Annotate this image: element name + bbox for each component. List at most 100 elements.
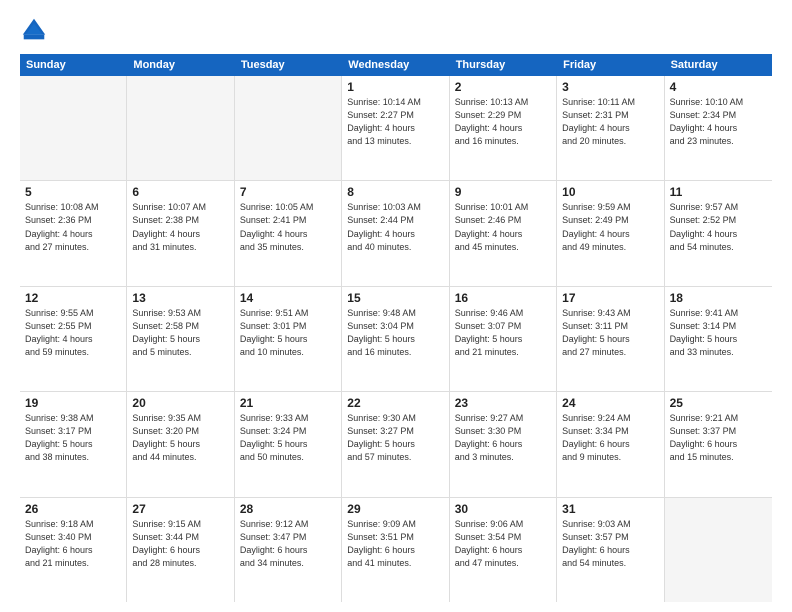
cal-cell: 9Sunrise: 10:01 AM Sunset: 2:46 PM Dayli…: [450, 181, 557, 285]
cal-cell: 23 Sunrise: 9:27 AM Sunset: 3:30 PM Dayli…: [450, 392, 557, 496]
day-info: Sunrise: 9:59 AM Sunset: 2:49 PM Dayligh…: [562, 201, 658, 253]
day-number: 26: [25, 502, 121, 516]
day-number: 5: [25, 185, 121, 199]
day-info: Sunrise: 10:07 AM Sunset: 2:38 PM Daylig…: [132, 201, 228, 253]
header-day-sunday: Sunday: [20, 54, 127, 76]
page: SundayMondayTuesdayWednesdayThursdayFrid…: [0, 0, 792, 612]
day-number: 4: [670, 80, 767, 94]
day-number: 23: [455, 396, 551, 410]
calendar-body: 1 Sunrise: 10:14 AM Sunset: 2:27 PM Dayli…: [20, 76, 772, 602]
day-info: Sunrise: 10:13 AM Sunset: 2:29 PM Daylig…: [455, 96, 551, 148]
day-number: 21: [240, 396, 336, 410]
day-number: 30: [455, 502, 551, 516]
day-number: 15: [347, 291, 443, 305]
day-info: Sunrise: 10:11 AM Sunset: 2:31 PM Daylig…: [562, 96, 658, 148]
cal-cell: 13 Sunrise: 9:53 AM Sunset: 2:58 PM Dayli…: [127, 287, 234, 391]
day-number: 2: [455, 80, 551, 94]
day-number: 17: [562, 291, 658, 305]
day-info: Sunrise: 10:14 AM Sunset: 2:27 PM Daylig…: [347, 96, 443, 148]
cal-cell: 11Sunrise: 9:57 AM Sunset: 2:52 PM Dayli…: [665, 181, 772, 285]
cal-cell: 18 Sunrise: 9:41 AM Sunset: 3:14 PM Dayli…: [665, 287, 772, 391]
logo-icon: [20, 16, 48, 44]
cal-cell: 26Sunrise: 9:18 AM Sunset: 3:40 PM Dayli…: [20, 498, 127, 602]
day-info: Sunrise: 9:46 AM Sunset: 3:07 PM Dayligh…: [455, 307, 551, 359]
day-number: 3: [562, 80, 658, 94]
day-number: 9: [455, 185, 551, 199]
day-info: Sunrise: 10:05 AM Sunset: 2:41 PM Daylig…: [240, 201, 336, 253]
day-info: Sunrise: 9:53 AM Sunset: 2:58 PM Dayligh…: [132, 307, 228, 359]
day-info: Sunrise: 9:43 AM Sunset: 3:11 PM Dayligh…: [562, 307, 658, 359]
day-number: 12: [25, 291, 121, 305]
day-number: 24: [562, 396, 658, 410]
cal-cell: 1 Sunrise: 10:14 AM Sunset: 2:27 PM Dayli…: [342, 76, 449, 180]
day-number: 27: [132, 502, 228, 516]
day-info: Sunrise: 9:41 AM Sunset: 3:14 PM Dayligh…: [670, 307, 767, 359]
day-info: Sunrise: 9:35 AM Sunset: 3:20 PM Dayligh…: [132, 412, 228, 464]
header-day-saturday: Saturday: [665, 54, 772, 76]
day-number: 7: [240, 185, 336, 199]
day-info: Sunrise: 9:06 AM Sunset: 3:54 PM Dayligh…: [455, 518, 551, 570]
day-info: Sunrise: 9:24 AM Sunset: 3:34 PM Dayligh…: [562, 412, 658, 464]
day-number: 16: [455, 291, 551, 305]
cal-cell: 28 Sunrise: 9:12 AM Sunset: 3:47 PM Dayli…: [235, 498, 342, 602]
cal-cell: 5 Sunrise: 10:08 AM Sunset: 2:36 PM Dayli…: [20, 181, 127, 285]
day-info: Sunrise: 9:12 AM Sunset: 3:47 PM Dayligh…: [240, 518, 336, 570]
header-day-monday: Monday: [127, 54, 234, 76]
cal-cell: 20Sunrise: 9:35 AM Sunset: 3:20 PM Dayli…: [127, 392, 234, 496]
cal-cell: 17 Sunrise: 9:43 AM Sunset: 3:11 PM Dayli…: [557, 287, 664, 391]
header-day-wednesday: Wednesday: [342, 54, 449, 76]
cal-cell: 15Sunrise: 9:48 AM Sunset: 3:04 PM Dayli…: [342, 287, 449, 391]
cal-cell: [127, 76, 234, 180]
cal-cell: 10 Sunrise: 9:59 AM Sunset: 2:49 PM Dayli…: [557, 181, 664, 285]
day-number: 1: [347, 80, 443, 94]
day-info: Sunrise: 10:10 AM Sunset: 2:34 PM Daylig…: [670, 96, 767, 148]
day-number: 19: [25, 396, 121, 410]
day-info: Sunrise: 9:51 AM Sunset: 3:01 PM Dayligh…: [240, 307, 336, 359]
calendar-header: SundayMondayTuesdayWednesdayThursdayFrid…: [20, 54, 772, 76]
cal-cell: 27 Sunrise: 9:15 AM Sunset: 3:44 PM Dayli…: [127, 498, 234, 602]
day-number: 10: [562, 185, 658, 199]
cal-cell: 7 Sunrise: 10:05 AM Sunset: 2:41 PM Dayli…: [235, 181, 342, 285]
day-number: 31: [562, 502, 658, 516]
day-info: Sunrise: 9:21 AM Sunset: 3:37 PM Dayligh…: [670, 412, 767, 464]
cal-cell: 8 Sunrise: 10:03 AM Sunset: 2:44 PM Dayli…: [342, 181, 449, 285]
week-row-2: 5 Sunrise: 10:08 AM Sunset: 2:36 PM Dayli…: [20, 181, 772, 286]
day-info: Sunrise: 9:03 AM Sunset: 3:57 PM Dayligh…: [562, 518, 658, 570]
day-number: 25: [670, 396, 767, 410]
day-number: 6: [132, 185, 228, 199]
day-info: Sunrise: 10:03 AM Sunset: 2:44 PM Daylig…: [347, 201, 443, 253]
cal-cell: 30 Sunrise: 9:06 AM Sunset: 3:54 PM Dayli…: [450, 498, 557, 602]
cal-cell: 19 Sunrise: 9:38 AM Sunset: 3:17 PM Dayli…: [20, 392, 127, 496]
day-number: 29: [347, 502, 443, 516]
day-number: 14: [240, 291, 336, 305]
day-info: Sunrise: 9:38 AM Sunset: 3:17 PM Dayligh…: [25, 412, 121, 464]
day-number: 18: [670, 291, 767, 305]
day-number: 22: [347, 396, 443, 410]
day-info: Sunrise: 9:09 AM Sunset: 3:51 PM Dayligh…: [347, 518, 443, 570]
week-row-1: 1 Sunrise: 10:14 AM Sunset: 2:27 PM Dayli…: [20, 76, 772, 181]
cal-cell: [235, 76, 342, 180]
week-row-3: 12 Sunrise: 9:55 AM Sunset: 2:55 PM Dayli…: [20, 287, 772, 392]
day-info: Sunrise: 9:55 AM Sunset: 2:55 PM Dayligh…: [25, 307, 121, 359]
day-number: 8: [347, 185, 443, 199]
header-day-thursday: Thursday: [450, 54, 557, 76]
calendar: SundayMondayTuesdayWednesdayThursdayFrid…: [20, 54, 772, 602]
cal-cell: 24 Sunrise: 9:24 AM Sunset: 3:34 PM Dayli…: [557, 392, 664, 496]
day-number: 13: [132, 291, 228, 305]
cal-cell: [20, 76, 127, 180]
week-row-4: 19 Sunrise: 9:38 AM Sunset: 3:17 PM Dayli…: [20, 392, 772, 497]
day-info: Sunrise: 9:15 AM Sunset: 3:44 PM Dayligh…: [132, 518, 228, 570]
day-info: Sunrise: 9:27 AM Sunset: 3:30 PM Dayligh…: [455, 412, 551, 464]
cal-cell: [665, 498, 772, 602]
day-number: 28: [240, 502, 336, 516]
cal-cell: 12 Sunrise: 9:55 AM Sunset: 2:55 PM Dayli…: [20, 287, 127, 391]
cal-cell: 3 Sunrise: 10:11 AM Sunset: 2:31 PM Dayli…: [557, 76, 664, 180]
header-day-friday: Friday: [557, 54, 664, 76]
cal-cell: 14 Sunrise: 9:51 AM Sunset: 3:01 PM Dayli…: [235, 287, 342, 391]
day-info: Sunrise: 10:08 AM Sunset: 2:36 PM Daylig…: [25, 201, 121, 253]
day-info: Sunrise: 9:57 AM Sunset: 2:52 PM Dayligh…: [670, 201, 767, 253]
header-day-tuesday: Tuesday: [235, 54, 342, 76]
logo: [20, 16, 52, 44]
day-info: Sunrise: 9:33 AM Sunset: 3:24 PM Dayligh…: [240, 412, 336, 464]
cal-cell: 31 Sunrise: 9:03 AM Sunset: 3:57 PM Dayli…: [557, 498, 664, 602]
